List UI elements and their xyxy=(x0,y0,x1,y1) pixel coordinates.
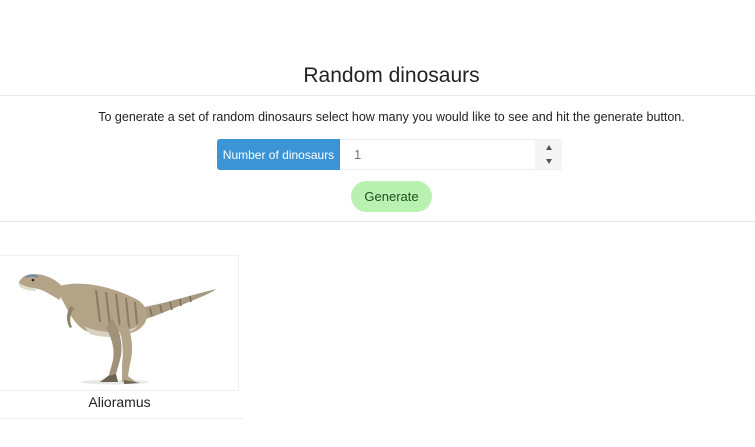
chevron-up-icon xyxy=(545,145,552,150)
decrement-button[interactable] xyxy=(535,155,562,169)
number-of-dinosaurs-label: Number of dinosaurs xyxy=(217,139,340,170)
increment-button[interactable] xyxy=(535,141,562,155)
dinosaur-count-input[interactable]: 1 xyxy=(340,139,562,170)
page: Random dinosaurs To generate a set of ra… xyxy=(0,0,755,447)
chevron-down-icon xyxy=(545,159,552,164)
instructions-text: To generate a set of random dinosaurs se… xyxy=(98,110,685,124)
dinosaur-name: Alioramus xyxy=(88,394,151,410)
page-title: Random dinosaurs xyxy=(303,64,480,87)
dinosaur-image xyxy=(19,274,216,385)
divider xyxy=(0,221,755,222)
divider xyxy=(0,95,755,96)
number-spinner xyxy=(535,140,562,169)
dinosaur-count-group: Number of dinosaurs 1 xyxy=(217,139,562,170)
generate-button[interactable]: Generate xyxy=(351,181,432,212)
dinosaur-card xyxy=(0,255,239,391)
divider xyxy=(0,418,243,419)
dinosaur-count-value: 1 xyxy=(354,147,362,162)
